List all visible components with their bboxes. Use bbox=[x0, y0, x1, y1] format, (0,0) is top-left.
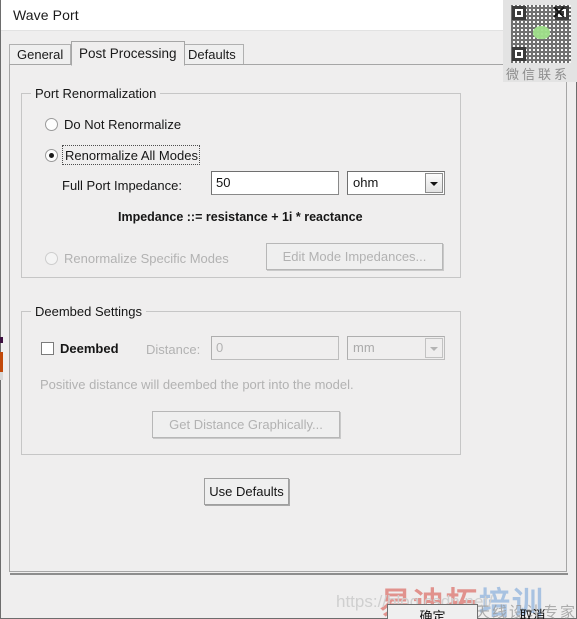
label-do-not-renormalize: Do Not Renormalize bbox=[64, 117, 182, 132]
background-window-artifact-2 bbox=[0, 352, 3, 372]
background-window-artifact-1 bbox=[0, 337, 3, 343]
wave-port-dialog: Wave Port General Post Processing Defaul… bbox=[0, 0, 577, 619]
button-edit-mode-impedances[interactable]: Edit Mode Impedances... bbox=[266, 243, 443, 270]
text-impedance-definition: Impedance ::= resistance + 1i * reactanc… bbox=[118, 210, 363, 224]
qr-caption: 微信联系 bbox=[506, 67, 571, 82]
input-distance[interactable]: 0 bbox=[211, 336, 339, 360]
label-deembed: Deembed bbox=[60, 341, 119, 356]
button-cancel[interactable]: 取消 bbox=[487, 604, 577, 619]
combo-distance-unit-value: mm bbox=[353, 340, 375, 355]
chevron-down-icon[interactable] bbox=[425, 173, 443, 193]
qr-finder-bottom-left bbox=[512, 47, 526, 61]
button-get-distance-graphically[interactable]: Get Distance Graphically... bbox=[152, 411, 340, 438]
window-border-left bbox=[0, 0, 1, 619]
radio-renormalize-all-modes[interactable] bbox=[45, 149, 58, 162]
tab-strip: General Post Processing Defaults bbox=[9, 41, 568, 66]
button-use-defaults[interactable]: Use Defaults bbox=[204, 478, 289, 505]
tab-panel-shadow bbox=[10, 573, 568, 575]
combo-impedance-unit[interactable]: ohm bbox=[347, 171, 445, 195]
group-deembed-settings-title: Deembed Settings bbox=[31, 304, 146, 319]
radio-do-not-renormalize[interactable] bbox=[45, 118, 58, 131]
label-renormalize-specific-modes: Renormalize Specific Modes bbox=[64, 251, 229, 266]
label-full-port-impedance: Full Port Impedance: bbox=[62, 178, 182, 193]
tab-general[interactable]: General bbox=[9, 44, 72, 65]
tab-defaults[interactable]: Defaults bbox=[180, 44, 244, 65]
label-distance: Distance: bbox=[146, 342, 201, 357]
input-full-port-impedance[interactable]: 50 bbox=[211, 171, 339, 195]
combo-impedance-unit-value: ohm bbox=[353, 175, 379, 190]
group-port-renormalization-title: Port Renormalization bbox=[31, 86, 161, 101]
tab-post-processing[interactable]: Post Processing bbox=[71, 41, 185, 66]
close-icon[interactable]: ✕ bbox=[547, 3, 571, 25]
combo-distance-unit[interactable]: mm bbox=[347, 336, 445, 360]
checkbox-deembed[interactable] bbox=[41, 342, 54, 355]
chevron-down-icon-distance[interactable] bbox=[425, 338, 443, 358]
text-deembed-note: Positive distance will deembed the port … bbox=[40, 377, 354, 392]
radio-renormalize-specific-modes[interactable] bbox=[45, 252, 58, 265]
window-title: Wave Port bbox=[13, 7, 79, 23]
title-bar: Wave Port bbox=[1, 0, 576, 31]
background-window-artifact-3 bbox=[0, 372, 3, 380]
label-renormalize-all-modes: Renormalize All Modes bbox=[65, 148, 198, 163]
qr-finder-top-left bbox=[512, 6, 526, 20]
wechat-logo-icon bbox=[533, 26, 550, 39]
button-ok[interactable]: 确定 bbox=[387, 604, 478, 619]
